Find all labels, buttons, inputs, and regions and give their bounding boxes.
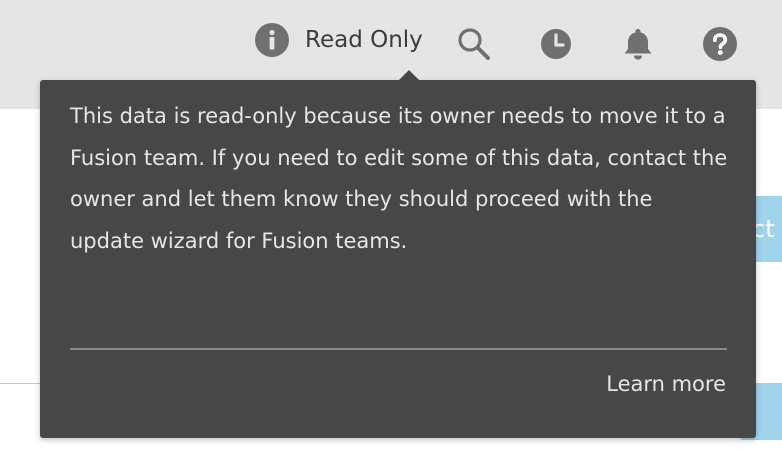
tooltip-message: This data is read-only because its owner… (70, 104, 728, 253)
read-only-indicator[interactable]: Read Only (255, 22, 423, 58)
clock-icon[interactable] (540, 28, 572, 60)
learn-more-link[interactable]: Learn more (606, 372, 726, 396)
read-only-tooltip: This data is read-only because its owner… (40, 80, 756, 438)
search-icon[interactable] (456, 26, 492, 62)
help-icon[interactable] (703, 27, 737, 61)
read-only-label: Read Only (305, 27, 423, 53)
info-icon (255, 23, 289, 57)
tooltip-divider (70, 348, 727, 350)
bell-icon[interactable] (622, 27, 654, 61)
